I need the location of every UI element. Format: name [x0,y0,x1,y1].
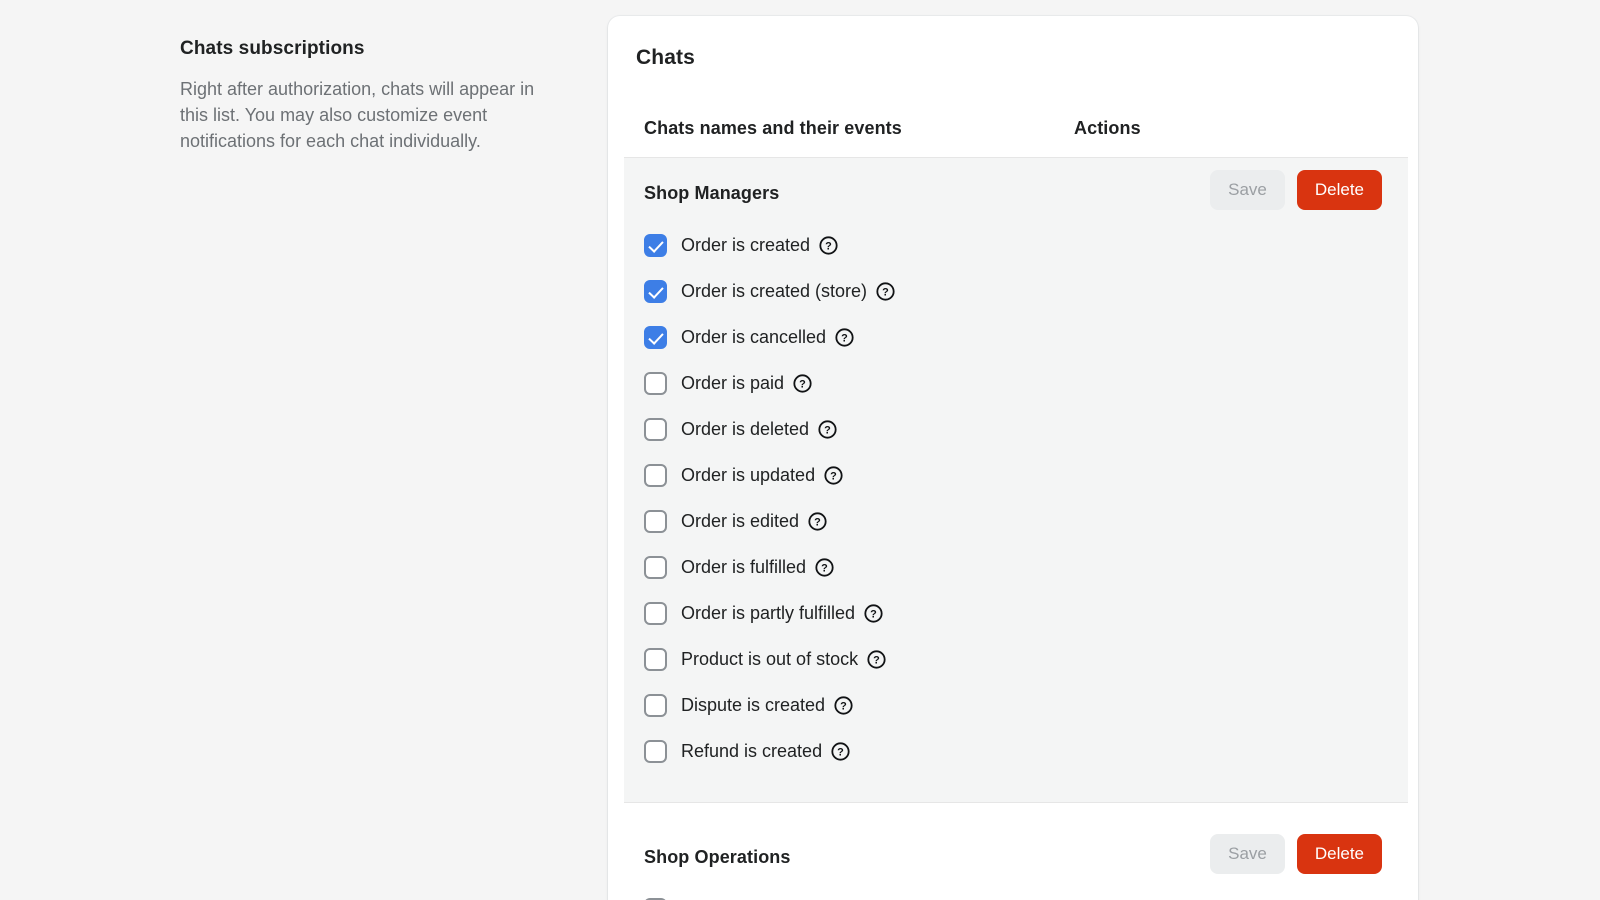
svg-text:?: ? [873,654,880,666]
svg-text:?: ? [841,332,848,344]
event-row: Order is updated? [624,452,1408,498]
event-label[interactable]: Order is created (store) [681,279,867,303]
svg-text:?: ? [824,424,831,436]
delete-button[interactable]: Delete [1296,170,1382,210]
event-row: Order is cancelled? [624,314,1408,360]
event-label[interactable]: Refund is created [681,739,822,763]
save-button[interactable]: Save [1210,834,1285,874]
svg-text:?: ? [825,240,832,252]
svg-text:?: ? [799,378,806,390]
event-label[interactable]: Order is partly fulfilled [681,601,855,625]
event-label[interactable]: Order is edited [681,509,799,533]
chat-group-actions: Save Delete [1210,170,1382,210]
chat-groups-list: Shop Managers Save Delete Order is created?… [608,157,1418,900]
event-row: Product is out of stock? [624,636,1408,682]
event-checkbox[interactable] [644,647,667,671]
svg-text:?: ? [840,700,847,712]
event-row: Order is paid? [624,360,1408,406]
page-title: Chats subscriptions [180,38,365,59]
event-row: Dispute is created? [624,682,1408,728]
chat-group-header: Shop Operations Save Delete [624,834,1408,876]
event-checkbox[interactable] [644,601,667,625]
help-circle-icon[interactable]: ? [815,557,834,577]
event-checkbox[interactable] [644,509,667,533]
panel-description: Right after authorization, chats will ap… [180,79,535,151]
page-root: Chats subscriptions Right after authoriz… [0,0,1600,900]
event-checkbox[interactable] [644,233,667,257]
event-list: Order is created? [624,886,1408,900]
event-row: Refund is created? [624,728,1408,774]
svg-text:?: ? [870,608,877,620]
event-row: Order is created (store)? [624,268,1408,314]
help-circle-icon[interactable]: ? [831,741,850,761]
event-row: Order is fulfilled? [624,544,1408,590]
chat-group: Shop OperationsSaveDeleteOrder is create… [624,818,1408,900]
svg-text:?: ? [837,746,844,758]
event-label[interactable]: Order is deleted [681,417,809,441]
delete-button[interactable]: Delete [1296,834,1382,874]
save-button[interactable]: Save [1210,170,1285,210]
help-circle-icon[interactable]: ? [867,649,886,669]
chats-subscriptions-panel: Chats subscriptions Right after authoriz… [180,36,560,154]
help-circle-icon[interactable]: ? [824,465,843,485]
event-label[interactable]: Order is fulfilled [681,555,806,579]
event-label[interactable]: Order is created [681,233,810,257]
event-checkbox[interactable] [644,417,667,441]
event-label[interactable]: Order is cancelled [681,325,826,349]
svg-text:?: ? [830,470,837,482]
chats-card: Chats Chats names and their events Actio… [608,16,1418,900]
event-row: Order is created? [624,886,1408,900]
event-label[interactable]: Product is out of stock [681,647,858,671]
chat-group-header: Shop Managers Save Delete [624,170,1408,212]
help-circle-icon[interactable]: ? [819,235,838,255]
event-checkbox[interactable] [644,371,667,395]
svg-text:?: ? [814,516,821,528]
chat-group: Shop Managers Save Delete Order is created?… [624,157,1408,803]
help-circle-icon[interactable]: ? [834,695,853,715]
event-row: Order is created? [624,222,1408,268]
event-checkbox[interactable] [644,555,667,579]
help-circle-icon[interactable]: ? [793,373,812,393]
svg-text:?: ? [882,286,889,298]
help-circle-icon[interactable]: ? [818,419,837,439]
event-checkbox[interactable] [644,739,667,763]
help-circle-icon[interactable]: ? [808,511,827,531]
help-circle-icon[interactable]: ? [876,281,895,301]
svg-text:?: ? [821,562,828,574]
column-header-actions: Actions [1074,117,1141,138]
event-checkbox[interactable] [644,693,667,717]
column-header-names: Chats names and their events [644,117,902,138]
help-circle-icon[interactable]: ? [835,327,854,347]
event-checkbox[interactable] [644,279,667,303]
event-label[interactable]: Dispute is created [681,693,825,717]
event-row: Order is deleted? [624,406,1408,452]
event-checkbox[interactable] [644,325,667,349]
chat-group-actions: Save Delete [1210,834,1382,874]
event-label[interactable]: Order is paid [681,371,784,395]
help-circle-icon[interactable]: ? [864,603,883,623]
card-title: Chats [636,46,695,69]
event-row: Order is edited? [624,498,1408,544]
event-checkbox[interactable] [644,463,667,487]
table-header-row: Chats names and their events Actions [608,114,1418,142]
event-label[interactable]: Order is updated [681,463,815,487]
event-list: Order is created? Order is created (store… [624,222,1408,774]
event-row: Order is partly fulfilled? [624,590,1408,636]
